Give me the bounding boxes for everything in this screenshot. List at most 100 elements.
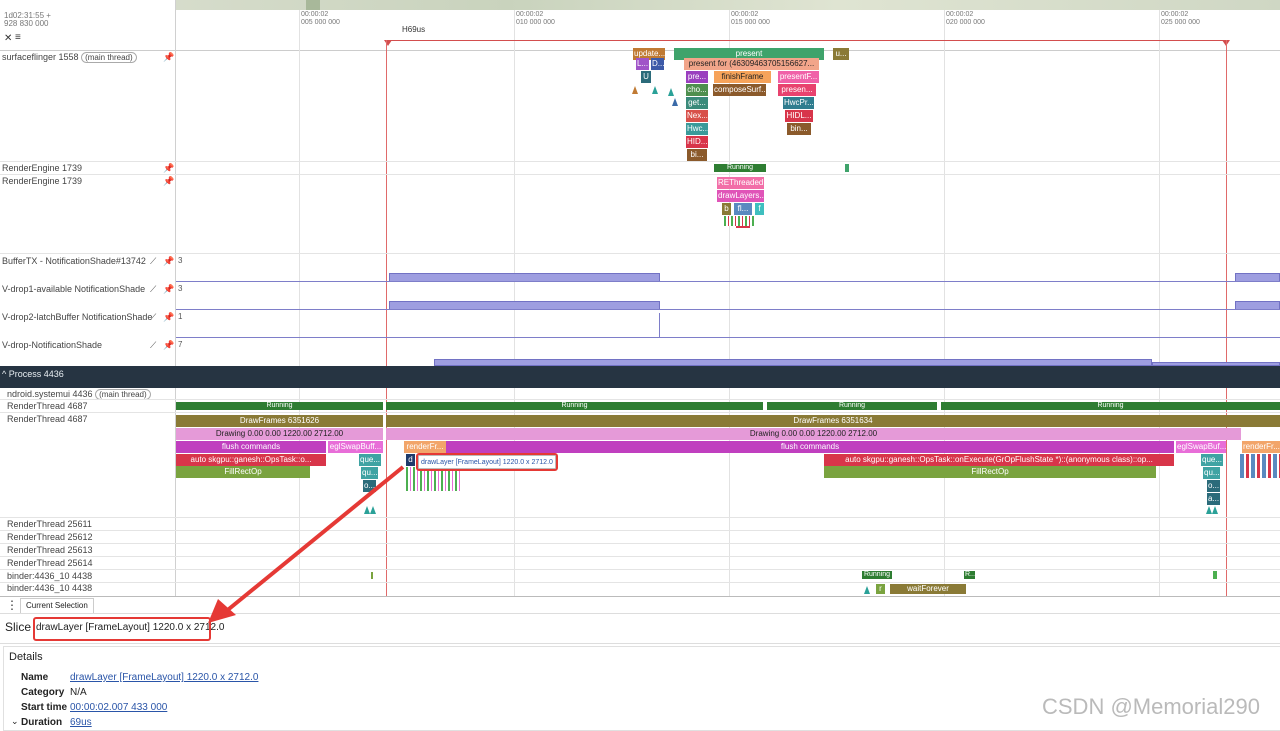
process-header[interactable] [0,366,1280,388]
span-line-right [1226,40,1227,596]
slice[interactable]: get... [686,97,708,109]
slice[interactable]: U [641,71,651,83]
slice[interactable]: f [755,203,764,215]
slice[interactable]: u... [833,48,849,60]
track-renderengine-1[interactable]: RenderEngine 1739 [2,163,82,173]
slice[interactable]: Running [862,571,892,579]
flow-arrow-icon[interactable] [1212,506,1218,514]
slice[interactable]: R... [964,571,975,579]
track-vdrop[interactable]: V-drop-NotificationShade [2,340,102,350]
slice[interactable]: auto skgpu::ganesh::OpsTask::onExecute(G… [824,454,1174,466]
slice[interactable]: renderFr... [1242,441,1280,453]
slice[interactable]: Hwc... [686,123,708,135]
slice[interactable]: flush commands [176,441,326,453]
track-systemui-main[interactable]: ndroid.systemui 4436 (main thread) [7,389,151,400]
detail-value-name[interactable]: drawLayer [FrameLayout] 1220.0 x 2712.0 [70,672,258,683]
process-title[interactable]: ^ Process 4436 [2,369,64,379]
track-binder[interactable]: binder:4436_10 4438 [7,583,92,593]
overview-strip[interactable] [176,0,1280,10]
slice[interactable]: Nex... [686,110,708,122]
panel-menu-icon[interactable]: ⋮ [6,598,18,612]
slice[interactable]: cho... [686,84,708,96]
collapse-all-icon[interactable]: ✕ [4,33,12,44]
slice[interactable]: eglSwapBuff... [328,441,383,453]
slice[interactable]: waitForever [890,584,966,594]
track-renderthread-25614[interactable]: RenderThread 25614 [7,558,93,568]
menu-lines-icon[interactable]: ≡ [15,32,21,43]
slice[interactable]: present for (46309463705156627... [684,58,819,70]
slice[interactable]: REThreaded... [717,177,764,189]
track-renderthread-25611[interactable]: RenderThread 25611 [7,519,92,529]
pin-icon[interactable]: 📌 [163,340,174,351]
slice[interactable]: DrawFrames 6351634 [386,415,1280,427]
track-binder-state[interactable]: binder:4436_10 4438 [7,571,92,581]
slice[interactable]: Drawing 0.00 0.00 1220.00 2712.00 [386,428,1241,440]
slice[interactable]: que... [1201,454,1223,466]
slice[interactable]: qu... [1203,467,1220,479]
slice[interactable]: drawLayers... [717,190,764,202]
counter-segment[interactable] [434,359,1152,366]
slice[interactable]: presentF... [778,71,819,83]
pin-icon[interactable]: 📌 [163,163,174,174]
slice[interactable]: renderFr... [404,441,446,453]
slice[interactable]: pre... [686,71,708,83]
chevron-down-icon[interactable]: ⌄ [11,716,19,727]
slice[interactable]: eglSwapBuf... [1176,441,1226,453]
chart-trend-icon[interactable]: ⟋ [150,256,156,267]
slice[interactable]: HID... [686,136,708,148]
slice-cluster[interactable] [1240,454,1280,478]
cpu-state-slice[interactable] [845,164,849,172]
slice[interactable]: b [722,203,731,215]
slice[interactable]: HwcPr... [783,97,814,109]
slice[interactable]: fl... [734,203,752,215]
flow-arrow-icon[interactable] [652,86,658,94]
track-buffertx[interactable]: BufferTX - NotificationShade#13742 [2,256,146,266]
tab-current-selection[interactable]: Current Selection [20,598,94,613]
pin-icon[interactable]: 📌 [163,52,174,63]
flow-arrow-icon[interactable] [632,86,638,94]
track-renderengine-2[interactable]: RenderEngine 1739 [2,176,82,186]
slice[interactable]: D... [651,58,664,70]
chart-trend-icon[interactable]: ⟋ [150,312,156,323]
slice[interactable]: Running [176,402,383,410]
slice[interactable]: flush commands [446,441,1174,453]
detail-value-start[interactable]: 00:00:02.007 433 000 [70,702,167,713]
flow-arrow-icon[interactable] [864,586,870,594]
slice[interactable]: presen... [778,84,816,96]
chart-trend-icon[interactable]: ⟋ [150,340,156,351]
track-renderthread-25613[interactable]: RenderThread 25613 [7,545,93,555]
slice[interactable]: Running [386,402,763,410]
slice[interactable]: o... [1207,480,1220,492]
slice[interactable]: Running [767,402,937,410]
slice[interactable]: a... [1207,493,1220,505]
track-renderthread-25612[interactable]: RenderThread 25612 [7,532,93,542]
detail-value-duration[interactable]: 69us [70,717,92,728]
slice[interactable]: Running [941,402,1280,410]
track-renderthread-4687[interactable]: RenderThread 4687 [7,414,88,424]
pin-icon[interactable]: 📌 [163,256,174,267]
slice[interactable]: finishFrame [714,71,771,83]
flow-arrow-icon[interactable] [668,88,674,96]
track-renderthread-4687-state[interactable]: RenderThread 4687 [7,401,88,411]
track-surfaceflinger[interactable]: surfaceflinger 1558 (main thread) [2,52,137,63]
chart-trend-icon[interactable]: ⟋ [150,284,156,295]
slice[interactable]: Running [714,164,766,172]
cpu-state-slice[interactable] [1213,571,1217,579]
slice[interactable]: composeSurf... [713,84,766,96]
slice[interactable]: r [876,584,885,594]
counter-segment[interactable] [659,313,660,337]
flow-arrow-icon[interactable] [672,98,678,106]
slice[interactable]: bin... [787,123,811,135]
slice[interactable]: Drawing 0.00 0.00 1220.00 2712.00 [176,428,383,440]
slice-cluster[interactable] [724,216,754,226]
track-vdrop2[interactable]: V-drop2-latchBuffer NotificationShade [2,312,152,322]
slice[interactable]: L... [636,58,649,70]
slice[interactable]: FillRectOp [824,466,1156,478]
slice[interactable]: HIDL... [785,110,813,122]
pin-icon[interactable]: 📌 [163,312,174,323]
slice[interactable]: bi... [687,149,707,161]
pin-icon[interactable]: 📌 [163,284,174,295]
pin-icon[interactable]: 📌 [163,176,174,187]
slice[interactable]: DrawFrames 6351626 [176,415,383,427]
track-vdrop1[interactable]: V-drop1-available NotificationShade [2,284,145,294]
